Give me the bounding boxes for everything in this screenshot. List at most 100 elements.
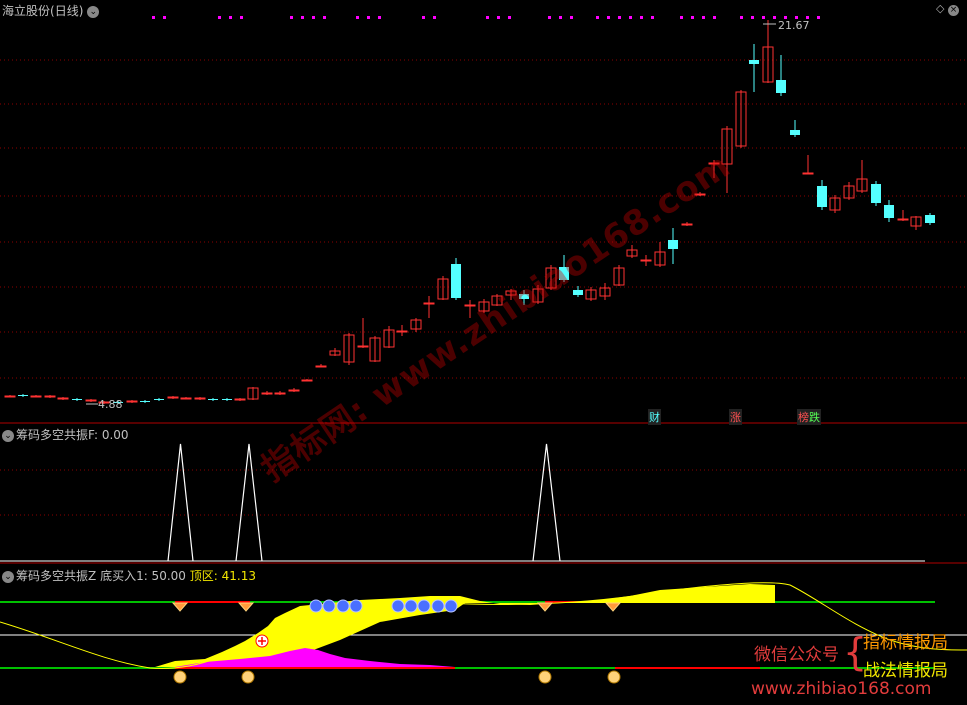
candle-down bbox=[18, 395, 28, 396]
candle-up bbox=[194, 397, 206, 400]
signal-dot bbox=[152, 16, 155, 19]
candle-down bbox=[222, 399, 232, 400]
candle-up bbox=[180, 397, 192, 400]
f-spike bbox=[167, 443, 194, 562]
candle-down bbox=[451, 264, 461, 298]
candle-up bbox=[301, 379, 313, 382]
signal-dot bbox=[422, 16, 425, 19]
chevron-down-icon[interactable]: ⌄ bbox=[2, 429, 14, 442]
sad-face-icon bbox=[404, 599, 418, 613]
signal-dot bbox=[596, 16, 599, 19]
promo-wechat: 微信公众号 bbox=[754, 645, 839, 665]
signal-dot bbox=[548, 16, 551, 19]
signal-dot bbox=[290, 16, 293, 19]
panel2-name: 筹码多空共振F bbox=[16, 428, 94, 442]
candle-down bbox=[208, 399, 218, 400]
signal-dot bbox=[559, 16, 562, 19]
money-bag-icon bbox=[173, 670, 187, 684]
price-low-label: 4.88 bbox=[98, 398, 123, 411]
signal-dot bbox=[680, 16, 683, 19]
candle-up bbox=[30, 395, 42, 398]
panel3-buy: 底买入1: 50.00 bbox=[100, 569, 186, 583]
signal-dot bbox=[629, 16, 632, 19]
money-bag-icon bbox=[607, 670, 621, 684]
signal-dot bbox=[773, 16, 776, 19]
candle-up bbox=[44, 395, 56, 398]
chevron-down-icon[interactable]: ⌄ bbox=[87, 5, 100, 18]
badge-bang: 榜 bbox=[798, 411, 809, 424]
signal-dot bbox=[240, 16, 243, 19]
sad-face-icon bbox=[336, 599, 350, 613]
candle-down bbox=[817, 186, 827, 207]
candle-up bbox=[288, 389, 300, 392]
sad-face-icon bbox=[309, 599, 323, 613]
badge-die: 跌 bbox=[809, 411, 820, 424]
period-label: (日线) bbox=[50, 4, 84, 18]
candle-up bbox=[4, 395, 16, 398]
signal-dot bbox=[218, 16, 221, 19]
candle-up bbox=[423, 302, 435, 305]
panel2-title: ⌄ 筹码多空共振F: 0.00 bbox=[2, 426, 129, 443]
candle-down bbox=[884, 205, 894, 218]
panel2-value: : 0.00 bbox=[93, 428, 129, 442]
candle-down bbox=[668, 240, 678, 249]
signal-dot bbox=[356, 16, 359, 19]
candle-down bbox=[154, 399, 164, 400]
main-panel-title: 海立股份(日线) ⌄ bbox=[2, 2, 101, 19]
candle-up bbox=[261, 392, 273, 395]
signal-dot bbox=[163, 16, 166, 19]
candle-up bbox=[802, 172, 814, 175]
nav-arrows[interactable]: ◇ × bbox=[936, 2, 959, 16]
candle-up bbox=[167, 396, 179, 399]
candle-down bbox=[140, 401, 150, 402]
f-spike bbox=[532, 443, 561, 562]
badge-zhang[interactable]: 涨 bbox=[729, 409, 742, 425]
signal-dot bbox=[691, 16, 694, 19]
candle-down bbox=[72, 399, 82, 400]
candle-up bbox=[357, 345, 369, 348]
signal-dot bbox=[367, 16, 370, 19]
badge-cai[interactable]: 财 bbox=[648, 409, 661, 425]
close-icon[interactable]: × bbox=[947, 5, 959, 16]
promo-url: www.zhibiao168.com bbox=[751, 679, 932, 699]
candle-up bbox=[640, 259, 652, 262]
signal-dot bbox=[762, 16, 765, 19]
candle-up bbox=[315, 365, 327, 368]
diamond-icon bbox=[237, 602, 255, 612]
candle-up bbox=[681, 223, 693, 226]
signal-dot bbox=[618, 16, 621, 19]
signal-dot bbox=[312, 16, 315, 19]
signal-dot bbox=[640, 16, 643, 19]
signal-dot bbox=[651, 16, 654, 19]
money-bag-icon bbox=[241, 670, 255, 684]
candle-up bbox=[274, 392, 286, 395]
badge-bangdie[interactable]: 榜跌 bbox=[797, 409, 821, 425]
candle-up bbox=[897, 218, 909, 221]
candle-down bbox=[749, 60, 759, 64]
panel3-top: 顶区: 41.13 bbox=[189, 569, 256, 583]
sad-face-icon bbox=[322, 599, 336, 613]
candle-up bbox=[396, 330, 408, 333]
signal-dot bbox=[508, 16, 511, 19]
signal-dot bbox=[486, 16, 489, 19]
candle-up bbox=[234, 398, 246, 401]
signal-dot bbox=[433, 16, 436, 19]
diamond-icon[interactable]: ◇ bbox=[936, 2, 944, 15]
chart-canvas[interactable] bbox=[0, 0, 967, 705]
panel3-name: 筹码多空共振Z bbox=[16, 569, 97, 583]
promo-line1: 指标情报局 bbox=[863, 633, 948, 653]
panel3-title: ⌄ 筹码多空共振Z 底买入1: 50.00 顶区: 41.13 bbox=[2, 567, 256, 584]
signal-dot bbox=[713, 16, 716, 19]
signal-dot bbox=[301, 16, 304, 19]
yellow-area bbox=[155, 584, 775, 667]
signal-dot bbox=[229, 16, 232, 19]
price-high-label: 21.67 bbox=[778, 19, 810, 32]
chevron-down-icon[interactable]: ⌄ bbox=[2, 570, 14, 583]
sad-face-icon bbox=[444, 599, 458, 613]
money-bag-icon bbox=[538, 670, 552, 684]
signal-dot bbox=[751, 16, 754, 19]
signal-dot bbox=[817, 16, 820, 19]
diamond-icon bbox=[536, 602, 554, 612]
diamond-icon bbox=[171, 602, 189, 612]
signal-dot bbox=[740, 16, 743, 19]
